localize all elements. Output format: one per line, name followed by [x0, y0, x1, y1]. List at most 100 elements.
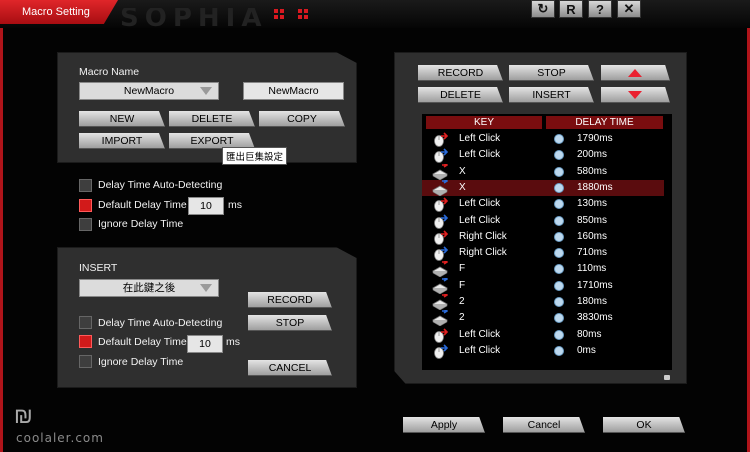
apply-button[interactable]: Apply: [403, 417, 485, 433]
insert-ignore-delay-label: Ignore Delay Time: [98, 356, 184, 368]
delay-cell: 3830ms: [577, 312, 613, 324]
watermark-logo-icon: ₪: [14, 403, 33, 428]
table-row[interactable]: Right Click 160ms: [422, 229, 664, 245]
new-button[interactable]: NEW: [79, 111, 165, 127]
clock-icon: [554, 182, 564, 193]
insert-ms-label: ms: [226, 336, 240, 348]
table-row[interactable]: 2 3830ms: [422, 308, 664, 327]
table-row[interactable]: Left Click 200ms: [422, 147, 664, 164]
macro-name-input[interactable]: NewMacro: [243, 82, 344, 100]
macro-event-list[interactable]: KEY DELAY TIME Left Click 1790ms Left Clic…: [422, 114, 672, 370]
chevron-down-icon: [200, 87, 212, 95]
lock-icon: [664, 375, 670, 380]
table-row[interactable]: Left Click 80ms: [422, 327, 664, 343]
clock-icon: [554, 248, 564, 259]
key-down-icon: [432, 292, 449, 311]
table-row[interactable]: F 1710ms: [422, 276, 664, 295]
delay-cell: 110ms: [577, 263, 607, 275]
delay-cell: 200ms: [577, 149, 608, 161]
mouse-up-icon: [432, 213, 449, 229]
help-icon: ?: [596, 1, 604, 17]
macro-select-dropdown[interactable]: NewMacro: [79, 82, 219, 100]
clock-icon: [554, 345, 564, 356]
insert-default-delay-input[interactable]: 10: [187, 335, 223, 353]
delete-event-button[interactable]: DELETE: [418, 87, 503, 103]
clock-icon: [554, 150, 564, 161]
table-row[interactable]: Left Click 0ms: [422, 343, 664, 359]
copy-button[interactable]: COPY: [259, 111, 345, 127]
key-cell: Left Click: [459, 149, 501, 161]
delay-cell: 1880ms: [577, 181, 613, 193]
move-down-button[interactable]: [601, 87, 670, 103]
table-row[interactable]: Left Click 850ms: [422, 213, 664, 229]
table-row[interactable]: F 110ms: [422, 259, 664, 278]
key-up-icon: [432, 308, 449, 327]
record-button[interactable]: RECORD: [418, 65, 503, 81]
key-cell: 2: [459, 312, 465, 324]
key-cell: X: [459, 165, 466, 177]
arrow-up-icon: [628, 69, 642, 77]
insert-label: INSERT: [79, 262, 118, 274]
key-cell: Right Click: [459, 230, 507, 242]
auto-detect-checkbox[interactable]: [79, 179, 92, 192]
delay-cell: 80ms: [577, 328, 602, 340]
refresh-button[interactable]: ↻: [531, 0, 555, 18]
table-row[interactable]: X 1880ms: [422, 178, 664, 197]
window-title: Macro Setting: [22, 6, 90, 18]
key-cell: X: [459, 181, 466, 193]
help-button[interactable]: ?: [588, 0, 612, 18]
brand-logo: SOPHIA: [120, 8, 268, 28]
delay-cell: 160ms: [577, 230, 608, 242]
ignore-delay-label: Ignore Delay Time: [98, 218, 184, 230]
insert-cancel-button[interactable]: CANCEL: [248, 360, 332, 376]
delete-macro-button[interactable]: DELETE: [169, 111, 255, 127]
table-row[interactable]: Right Click 710ms: [422, 245, 664, 261]
delay-cell: 1790ms: [577, 133, 613, 144]
mouse-down-icon: [432, 196, 449, 213]
insert-ignore-delay-checkbox[interactable]: [79, 355, 92, 368]
table-row[interactable]: 2 180ms: [422, 292, 664, 311]
arrow-down-icon: [628, 91, 642, 99]
insert-auto-detect-label: Delay Time Auto-Detecting: [98, 317, 223, 329]
insert-default-delay-checkbox[interactable]: [79, 335, 92, 348]
delay-column-header: DELAY TIME: [546, 116, 663, 129]
stop-button[interactable]: STOP: [509, 65, 594, 81]
cancel-button[interactable]: Cancel: [503, 417, 585, 433]
insert-default-delay-label: Default Delay Time: [98, 336, 187, 348]
left-accent-bar: [0, 28, 3, 452]
clock-icon: [554, 297, 564, 307]
key-down-icon: [432, 259, 449, 278]
delay-cell: 710ms: [577, 247, 608, 259]
default-delay-checkbox[interactable]: [79, 199, 92, 212]
key-up-icon: [432, 276, 449, 295]
default-delay-input[interactable]: 10: [188, 197, 224, 215]
delay-cell: 580ms: [577, 165, 608, 177]
clock-icon: [554, 215, 564, 226]
insert-record-button[interactable]: RECORD: [248, 292, 332, 308]
ok-button[interactable]: OK: [603, 417, 685, 433]
key-cell: Left Click: [459, 133, 501, 144]
r-button[interactable]: R: [559, 0, 583, 18]
import-button[interactable]: IMPORT: [79, 133, 165, 149]
insert-event-button[interactable]: INSERT: [509, 87, 594, 103]
macro-setting-window: Macro Setting SOPHIA ↻ R? ✕ Macro Name New…: [0, 0, 750, 452]
insert-stop-button[interactable]: STOP: [248, 315, 332, 331]
table-row[interactable]: Left Click 1790ms: [422, 131, 664, 147]
insert-auto-detect-checkbox[interactable]: [79, 316, 92, 329]
clock-icon: [554, 166, 564, 177]
table-row[interactable]: X 580ms: [422, 161, 664, 180]
mouse-down-icon: [432, 229, 449, 245]
chevron-down-icon: [200, 284, 212, 292]
clock-icon: [554, 134, 564, 144]
clock-icon: [554, 329, 564, 340]
key-cell: Left Click: [459, 198, 501, 210]
ignore-delay-checkbox[interactable]: [79, 218, 92, 231]
move-up-button[interactable]: [601, 65, 670, 81]
key-column-header: KEY: [426, 116, 542, 129]
mouse-up-icon: [432, 343, 449, 359]
key-cell: Left Click: [459, 214, 501, 226]
insert-position-dropdown[interactable]: 在此鍵之後: [79, 279, 219, 297]
table-row[interactable]: Left Click 130ms: [422, 196, 664, 213]
close-button[interactable]: ✕: [617, 0, 641, 18]
key-down-icon: [432, 161, 449, 180]
